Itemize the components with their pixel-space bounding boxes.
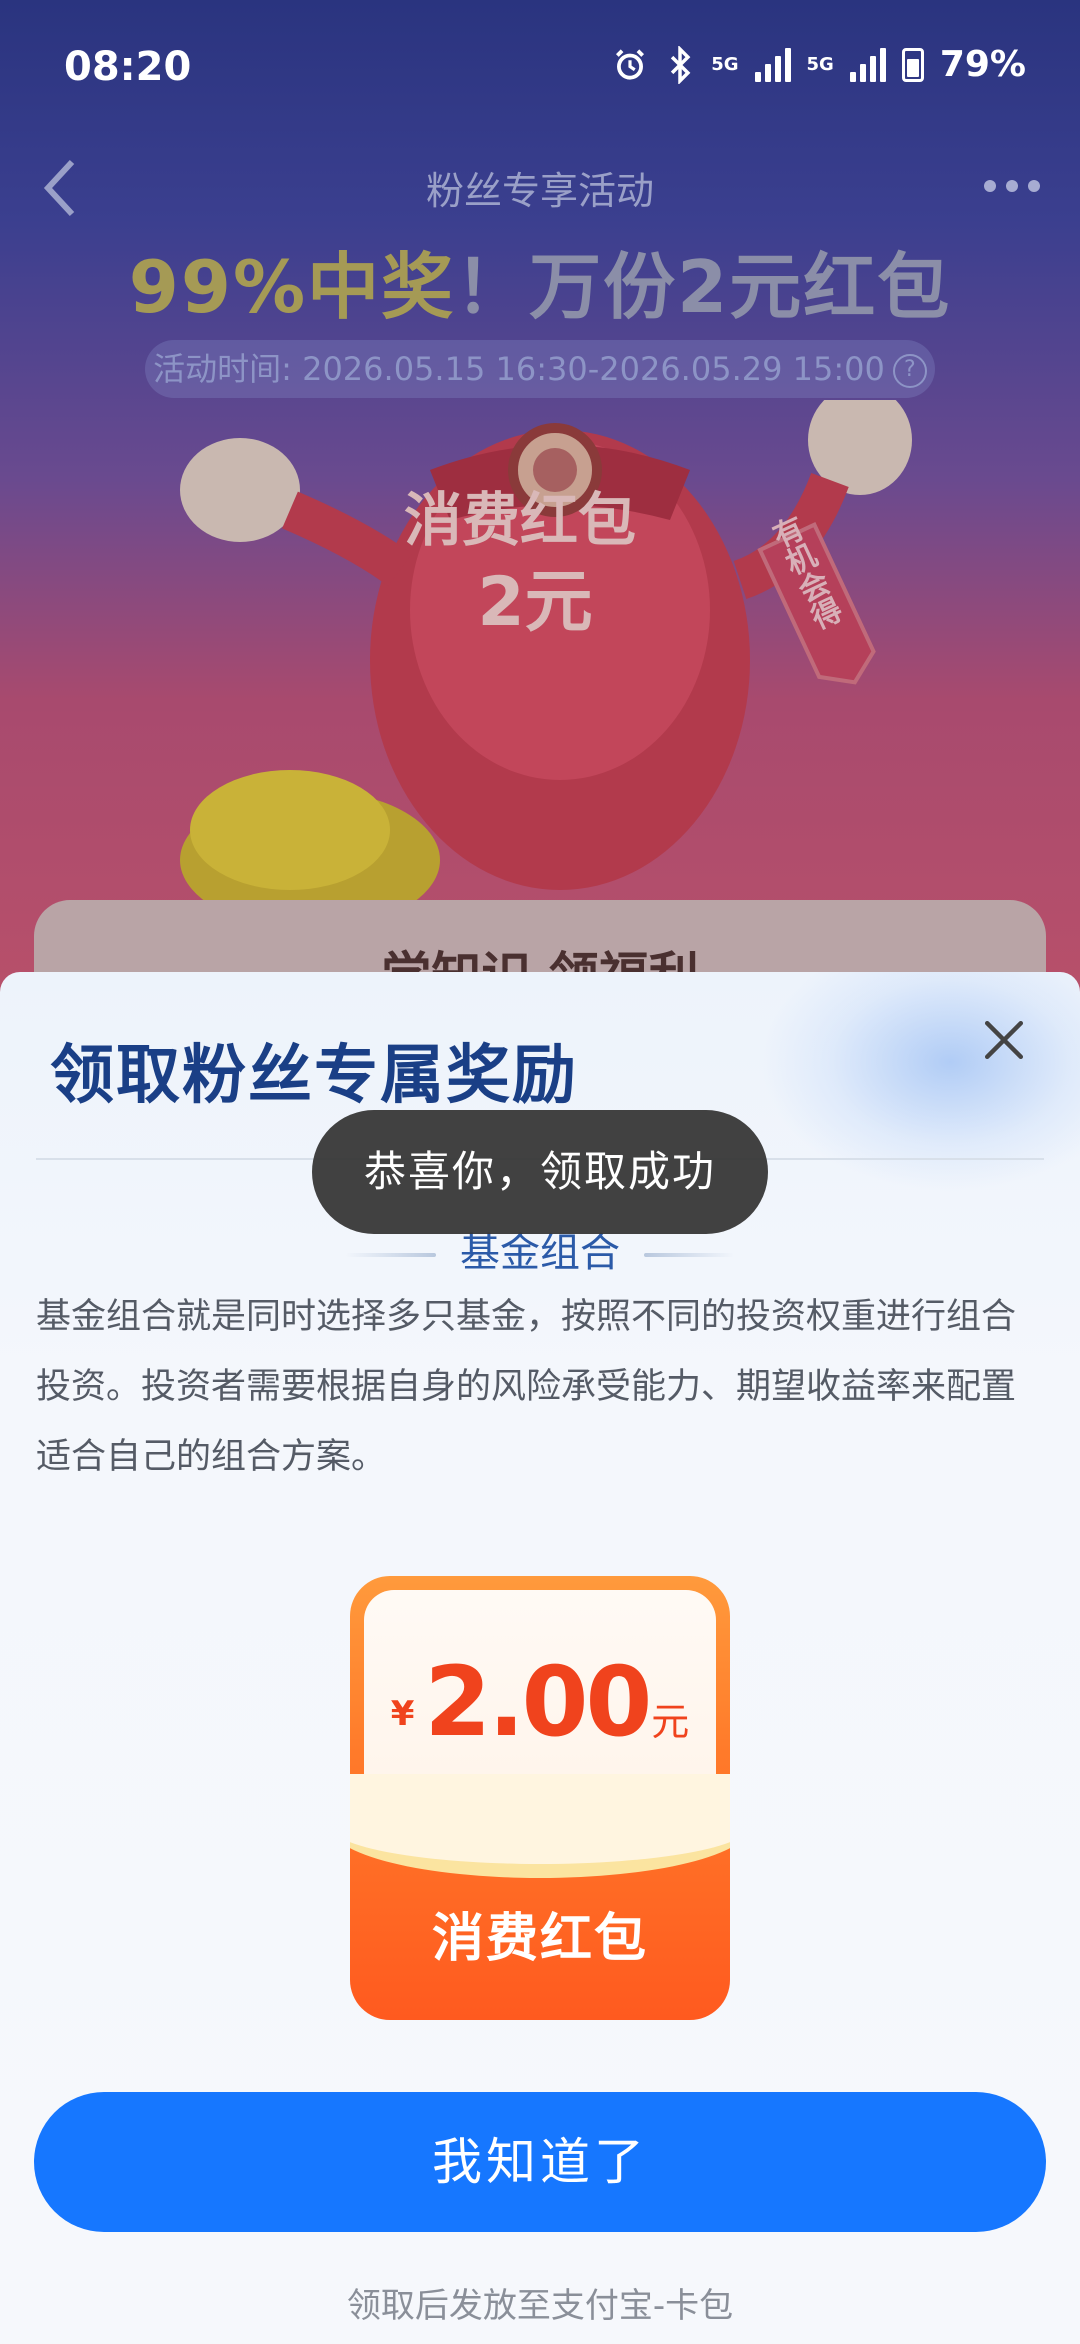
headline-rest: ！万份2元红包 — [455, 245, 952, 329]
red-packet-label: 消费红包 — [431, 1909, 648, 1969]
activity-time-pill: 活动时间: 2026.05.15 16:30-2026.05.29 15:00? — [145, 340, 935, 398]
network-type-1: 5G — [711, 54, 739, 75]
promo-headline: 99%中奖！万份2元红包 — [0, 228, 1080, 333]
alarm-icon — [616, 48, 645, 80]
confirm-button[interactable]: 我知道了 — [34, 2092, 1046, 2232]
section-line-left — [346, 1253, 436, 1257]
currency-symbol: ¥ — [390, 1694, 415, 1734]
mascot-text-1: 消费红包 — [404, 486, 636, 554]
battery-icon — [901, 47, 924, 82]
section-line-right — [644, 1253, 734, 1257]
description-text: 基金组合就是同时选择多只基金，按照不同的投资权重进行组合投资。投资者需要根据自身… — [36, 1297, 1017, 1477]
status-icons: 5G 5G 79% — [611, 44, 1026, 85]
status-time: 08:20 — [64, 44, 192, 90]
sheet-title: 领取粉丝专属奖励 — [50, 1039, 578, 1113]
bluetooth-icon — [671, 45, 691, 84]
footnote-text: 领取后发放至支付宝-卡包 — [346, 2286, 734, 2326]
signal-icon-2 — [849, 47, 886, 82]
help-icon[interactable]: ? — [892, 354, 927, 388]
nav-title: 粉丝专享活动 — [425, 169, 654, 213]
screen: 08:20 5G 5G 79% 粉丝专享活动 99%中奖！万份2元红包 活动时间… — [0, 0, 1080, 2344]
battery-percent: 79% — [939, 44, 1026, 85]
success-toast: 恭喜你，领取成功 — [312, 1110, 768, 1234]
amount-unit: 元 — [651, 1700, 690, 1744]
network-type-2: 5G — [806, 54, 834, 75]
headline-highlight: 99%中奖 — [128, 245, 456, 329]
amount-value: 2.00 — [424, 1646, 652, 1758]
mascot-text-2: 2元 — [477, 563, 592, 642]
red-packet-card: ¥2.00元 消费红包 — [350, 1576, 730, 2020]
section-title-text: 基金组合 — [460, 1230, 620, 1276]
activity-time-text: 活动时间: 2026.05.15 16:30-2026.05.29 15:00 — [153, 350, 885, 388]
red-packet-flap — [350, 1774, 730, 1878]
red-packet-amount: ¥2.00元 — [350, 1646, 730, 1758]
signal-icon-1 — [754, 47, 791, 82]
more-options-icon[interactable] — [984, 180, 1040, 192]
close-icon[interactable] — [976, 1012, 1032, 1068]
top-nav: 粉丝专享活动 — [0, 150, 1080, 230]
red-envelope-mascot-illustration: 消费红包 2元 有机会得 — [180, 400, 912, 930]
status-bar: 08:20 5G 5G 79% — [0, 0, 1080, 130]
